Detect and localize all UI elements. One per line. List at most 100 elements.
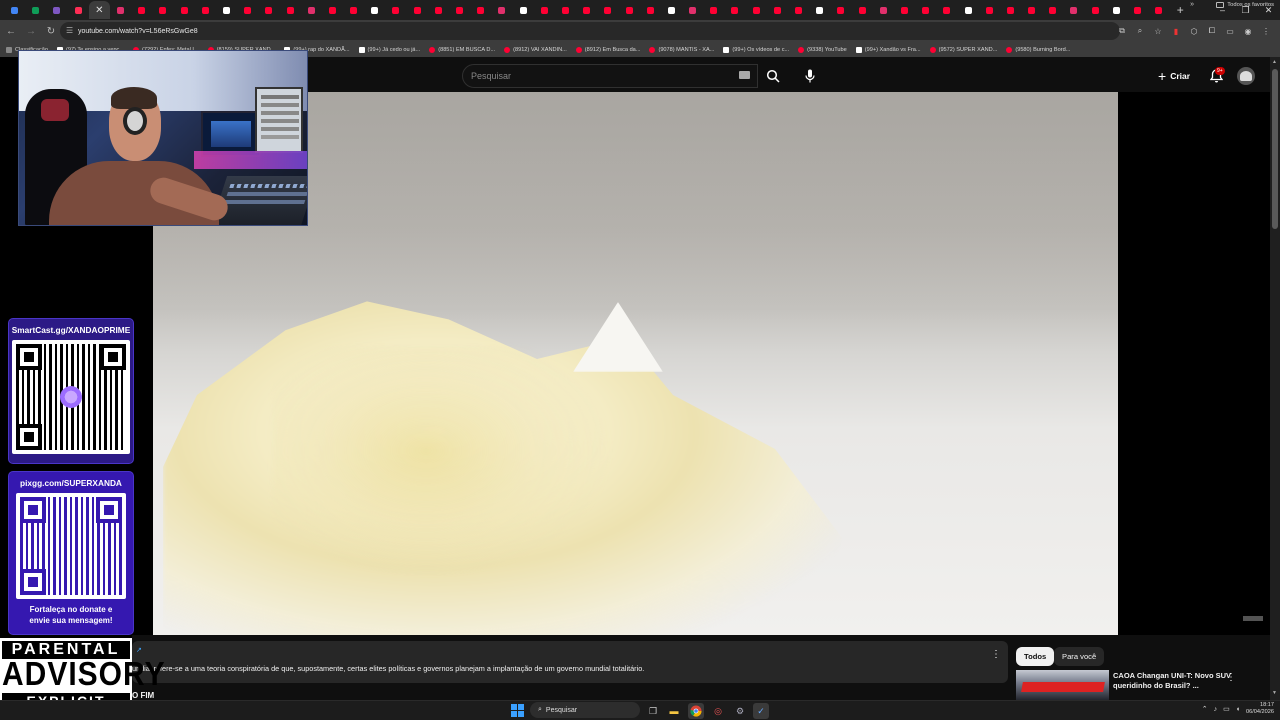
keyboard-icon[interactable] (739, 71, 750, 79)
browser-tab[interactable] (68, 1, 89, 19)
install-app-icon[interactable]: ⧉ (1114, 22, 1130, 40)
task-view-icon[interactable]: ❐ (645, 703, 661, 719)
browser-tab[interactable] (1127, 1, 1148, 19)
browser-tab[interactable] (301, 1, 322, 19)
browser-tab[interactable] (661, 1, 682, 19)
recommended-thumbnail[interactable] (1016, 670, 1109, 700)
bookmark-item[interactable]: (8851) EM BUSCA D... (429, 46, 495, 53)
chip-for-you[interactable]: Para você (1054, 647, 1105, 666)
description-menu-icon[interactable]: ⋮ (991, 647, 1001, 661)
browser-tab[interactable] (470, 1, 491, 19)
browser-tab[interactable] (46, 1, 67, 19)
settings-gear-icon[interactable]: ⚙ (732, 703, 748, 719)
bookmark-item[interactable]: (9572) SUPER XAND... (929, 46, 997, 53)
browser-tab[interactable] (1042, 1, 1063, 19)
browser-tab[interactable] (809, 1, 830, 19)
search-button[interactable] (760, 65, 786, 87)
browser-tab[interactable] (491, 1, 512, 19)
bookmark-item[interactable]: (9338) YouTube (798, 46, 847, 53)
profile-avatar-icon[interactable]: ◉ (1240, 22, 1256, 40)
scrollbar-thumb[interactable] (1272, 69, 1278, 229)
back-icon[interactable]: ← (2, 22, 20, 40)
browser-tab[interactable] (724, 1, 745, 19)
browser-tab[interactable] (195, 1, 216, 19)
browser-tab[interactable] (25, 1, 46, 19)
browser-tab-active[interactable]: ✕ (88, 1, 110, 19)
chrome-menu-icon[interactable]: ⋮ (1258, 22, 1274, 40)
file-explorer-icon[interactable]: ▬ (666, 703, 682, 719)
browser-tab[interactable] (852, 1, 873, 19)
bookmark-star-icon[interactable]: ☆ (1150, 22, 1166, 40)
recommended-menu-icon[interactable]: ⋮ (1226, 672, 1236, 683)
browser-tab[interactable] (788, 1, 809, 19)
browser-tab[interactable] (1106, 1, 1127, 19)
bookmarks-more-icon[interactable]: » (1190, 1, 1194, 8)
extension-icon[interactable]: ⬡ (1186, 22, 1202, 40)
browser-tab[interactable] (513, 1, 534, 19)
description-card[interactable] (132, 641, 1008, 683)
browser-tab[interactable] (343, 1, 364, 19)
reload-icon[interactable]: ↻ (42, 22, 60, 40)
description-link-icon[interactable]: ↗ (136, 646, 142, 654)
browser-tab[interactable] (237, 1, 258, 19)
all-bookmarks-button[interactable]: Todos os favoritos (1216, 2, 1274, 8)
volume-icon[interactable]: ◖ (1236, 706, 1240, 713)
browser-tab[interactable] (703, 1, 724, 19)
browser-tab[interactable] (597, 1, 618, 19)
microphone-tray-icon[interactable]: ♪ (1214, 706, 1218, 713)
browser-tab[interactable] (640, 1, 661, 19)
browser-tab[interactable] (830, 1, 851, 19)
browser-tab[interactable] (385, 1, 406, 19)
bookmark-item[interactable]: (8912) Em Busca da... (575, 46, 640, 53)
browser-tab[interactable] (682, 1, 703, 19)
browser-tab[interactable] (322, 1, 343, 19)
app-icon[interactable]: ✓ (753, 703, 769, 719)
zoom-icon[interactable]: ⌕ (1132, 22, 1148, 40)
network-icon[interactable]: ▭ (1223, 705, 1230, 713)
browser-tab[interactable] (936, 1, 957, 19)
browser-tab[interactable] (1021, 1, 1042, 19)
browser-tab[interactable] (555, 1, 576, 19)
browser-tab[interactable] (258, 1, 279, 19)
browser-tab[interactable] (4, 1, 25, 19)
browser-tab[interactable] (979, 1, 1000, 19)
browser-tab[interactable] (894, 1, 915, 19)
browser-tab[interactable] (618, 1, 639, 19)
search-input[interactable]: Pesquisar (462, 64, 758, 88)
scroll-up-icon[interactable]: ▲ (1272, 59, 1277, 65)
voice-search-button[interactable] (798, 64, 822, 88)
browser-tab[interactable] (449, 1, 470, 19)
browser-tab[interactable] (534, 1, 555, 19)
browser-tab[interactable] (152, 1, 173, 19)
browser-tab[interactable] (1063, 1, 1084, 19)
close-tab-icon[interactable]: ✕ (95, 5, 103, 16)
site-info-icon[interactable]: ☰ (66, 26, 73, 35)
account-avatar[interactable] (1237, 67, 1255, 85)
create-button[interactable]: + Criar (1152, 65, 1196, 87)
profile-sidebar-icon[interactable]: ▭ (1222, 22, 1238, 40)
extensions-puzzle-icon[interactable]: ⧠ (1204, 22, 1220, 40)
browser-tab[interactable] (873, 1, 894, 19)
bookmark-item[interactable]: (99+) Já cedo ou já... (358, 46, 420, 53)
bookmark-item[interactable]: (99+) Os vídeos de c... (723, 46, 789, 53)
chip-all[interactable]: Todos (1016, 647, 1055, 666)
chrome-icon[interactable] (688, 703, 704, 719)
forward-icon[interactable]: → (22, 22, 40, 40)
browser-tab[interactable] (364, 1, 385, 19)
bookmark-item[interactable]: (9580) Burning Bord... (1006, 46, 1070, 53)
chevron-up-icon[interactable]: ⌃ (1202, 705, 1208, 713)
browser-tab[interactable] (279, 1, 300, 19)
taskbar-search[interactable]: ⌕ Pesquisar (530, 702, 640, 718)
browser-tab[interactable] (110, 1, 131, 19)
browser-tab[interactable] (767, 1, 788, 19)
browser-tab[interactable] (957, 1, 978, 19)
browser-tab[interactable] (407, 1, 428, 19)
browser-tab[interactable] (1000, 1, 1021, 19)
browser-tab[interactable] (131, 1, 152, 19)
recommended-title[interactable]: CAOA Changan UNI-T: Novo SUV queridinho … (1113, 671, 1233, 691)
bookmark-item[interactable]: (9078) MANTIS - XA... (649, 46, 714, 53)
page-scrollbar[interactable]: ▲ ▼ (1270, 57, 1280, 700)
bookmark-item[interactable]: (99+) Xandão vs Fra... (855, 46, 921, 53)
windows-start-icon[interactable] (511, 704, 524, 717)
browser-tab[interactable] (915, 1, 936, 19)
